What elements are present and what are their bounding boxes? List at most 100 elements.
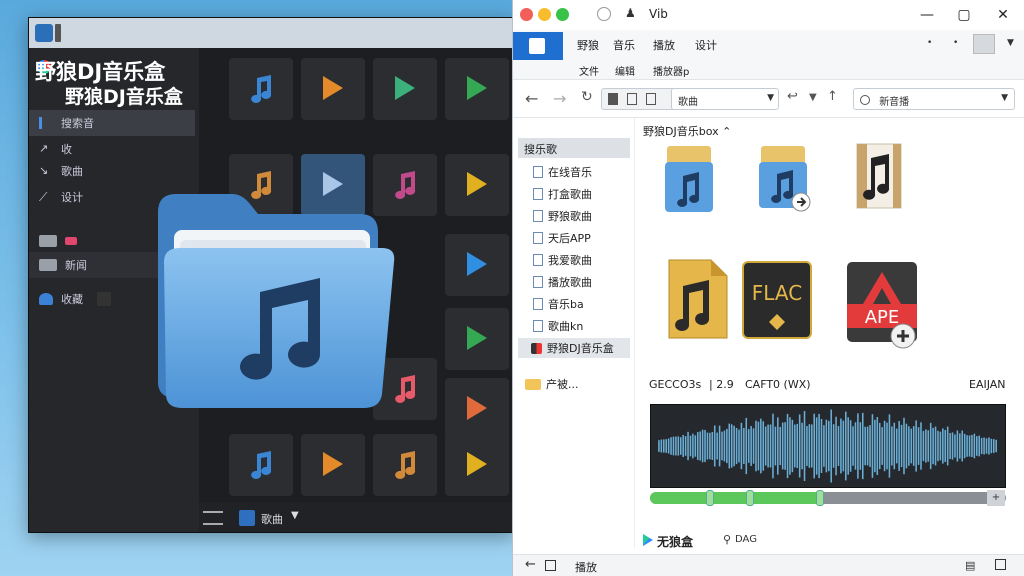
waveform-bar [755,420,757,472]
tiles-view-icon[interactable] [995,559,1006,570]
waveform-bar [798,414,801,478]
page-icon[interactable] [627,93,638,105]
progress-knob[interactable] [816,490,824,506]
progress-knob[interactable] [706,490,714,506]
song-select-icon[interactable] [239,510,255,526]
nav-item-other[interactable]: 产被... [525,376,579,392]
up-arrow-icon[interactable]: ↑ [827,89,838,104]
album-tile[interactable] [301,58,365,120]
explorer-titlebar: ♟ Vib — ▢ ✕ [513,0,1024,30]
sidebar-item-search[interactable]: 搜索音 [29,110,195,136]
waveform-bar [954,434,956,458]
address-select[interactable]: 歌曲 ▼ [671,88,779,110]
ribbon-player[interactable]: 播放器p [653,63,689,78]
waveform-bar [728,423,731,469]
nav-header[interactable]: 搜乐歌 [518,138,630,158]
tab-design[interactable]: 设计 [695,37,717,53]
nav-item[interactable]: 音乐ba [533,296,584,312]
waveform-bar [704,429,706,463]
album-tile[interactable] [445,434,509,496]
album-tile[interactable] [301,434,365,496]
waveform-bar [818,413,820,479]
maximize-dot-icon[interactable] [556,8,569,21]
music-file-icon[interactable] [665,256,731,342]
minimize-button[interactable]: — [917,5,937,25]
music-folder-icon[interactable] [663,140,715,216]
refresh-icon[interactable]: ↻ [581,89,593,105]
square-icon[interactable] [545,560,556,571]
waveform-display[interactable] [650,404,1006,488]
file-tab-button[interactable] [513,32,563,60]
playback-progress-bar[interactable] [650,490,1006,506]
list-icon[interactable] [203,511,223,525]
nav-item[interactable]: 歌曲kn [533,318,583,334]
waveform-bar [808,424,811,468]
maximize-button[interactable]: ▢ [954,5,974,25]
album-tile[interactable] [445,234,509,296]
tab-wolf[interactable]: 野狼 [577,37,599,53]
nav-item[interactable]: 天后APP [533,230,591,246]
music-folder-shortcut-icon[interactable] [757,140,813,216]
album-tile[interactable] [373,58,437,120]
nav-item[interactable]: 打盒歌曲 [533,186,592,202]
back-circle-icon[interactable] [597,7,611,21]
bottom-label[interactable]: 歌曲 [261,511,283,527]
nav-item-label: 我爱歌曲 [548,254,592,267]
chevron-down-icon[interactable]: ▼ [809,92,817,103]
waveform-bar [684,436,687,456]
location-pin-icon: ⚲ [723,533,732,546]
album-tile[interactable] [445,154,509,216]
waveform-bar [876,417,879,475]
album-tile[interactable] [445,308,509,370]
chevron-down-icon[interactable]: ▼ [291,510,299,521]
ribbon-file[interactable]: 文件 [579,63,599,78]
tab-music[interactable]: 音乐 [613,37,635,53]
album-tile[interactable] [229,58,293,120]
flac-file-icon[interactable]: FLAC [741,260,813,340]
forward-arrow-icon[interactable]: → [553,89,566,108]
tab-play[interactable]: 播放 [653,37,675,53]
toggle-square[interactable] [97,292,111,306]
back-arrow-icon[interactable]: ← [525,557,536,572]
progress-knob[interactable] [746,490,754,506]
search-placeholder: 新音播 [879,97,910,108]
search-input[interactable]: 新音播 ▼ [853,88,1015,110]
collapse-dot-icon[interactable]: • [953,38,958,48]
waveform-bar [888,414,891,478]
waveform-bar [871,414,874,478]
minimize-dot-icon[interactable] [538,8,551,21]
waveform-bar [667,438,670,454]
waveform-bar [750,426,752,466]
nav-item[interactable]: 野狼歌曲 [533,208,592,224]
album-tile[interactable] [445,58,509,120]
waveform-bar [803,410,806,482]
back-arrow-icon[interactable]: ← [525,89,538,108]
ape-file-icon[interactable]: APE [845,258,921,350]
bookmark-icon[interactable] [608,93,618,105]
expand-dot-icon[interactable]: • [927,38,932,48]
help-icon[interactable] [973,34,995,54]
waveform-bar [864,426,866,466]
plus-button[interactable]: + [987,490,1005,506]
sidebar-item-songs[interactable]: ↘ 歌曲 [29,158,195,184]
nav-item[interactable]: 我爱歌曲 [533,252,592,268]
ribbon-edit[interactable]: 编辑 [615,63,635,78]
album-tile[interactable] [445,378,509,440]
nav-item[interactable]: 播放歌曲 [533,274,592,290]
nav-item[interactable]: 在线音乐 [533,164,592,180]
album-tile[interactable] [373,434,437,496]
square-icon[interactable] [646,93,657,105]
details-view-icon[interactable]: ▤ [965,559,975,572]
close-dot-icon[interactable] [520,8,533,21]
dark-titlebar [29,18,513,48]
music-document-icon[interactable] [853,140,905,212]
waveform-bar [942,428,944,464]
back-small-icon[interactable]: ↩ [787,89,798,104]
waveform-bar [806,426,808,466]
waveform-bar [971,434,973,458]
close-button[interactable]: ✕ [993,5,1013,25]
chevron-down-icon[interactable]: ▼ [1007,38,1014,48]
nav-item-selected-row[interactable]: 野狼DJ音乐盒 [531,340,614,356]
album-tile[interactable] [229,434,293,496]
waveform-bar [847,417,849,475]
